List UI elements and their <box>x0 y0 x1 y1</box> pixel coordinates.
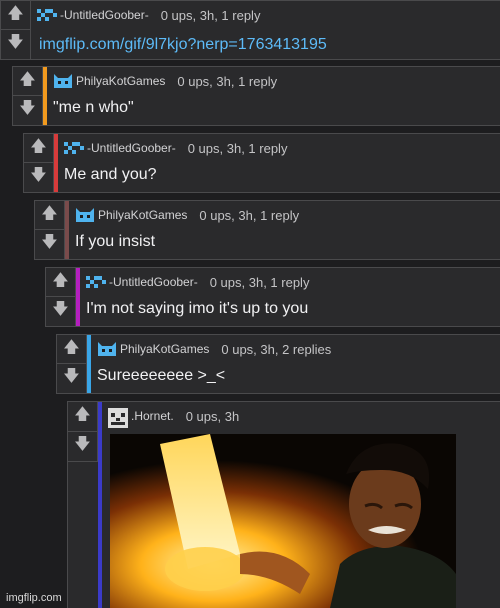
comment-username[interactable]: PhilyaKotGames <box>120 342 209 356</box>
cat-avatar-icon[interactable] <box>75 207 95 223</box>
arrow-down-icon: 🡇 <box>41 234 58 251</box>
arrow-down-icon: 🡇 <box>52 301 69 318</box>
downvote-button[interactable]: 🡇 <box>13 96 42 125</box>
downvote-button[interactable]: 🡇 <box>1 30 30 59</box>
comment-meta: 0 ups, 3h, 1 reply <box>199 207 300 223</box>
comment-meta: 0 ups, 3h, 1 reply <box>187 140 288 156</box>
comment: 🡅 🡇 PhilyaKotGames 0 ups, 3h, 1 reply If… <box>34 200 500 260</box>
comment-text: Sureeeeeeee >_< <box>97 367 226 384</box>
arrow-down-icon: 🡇 <box>63 368 80 385</box>
comment-text: If you insist <box>75 233 156 250</box>
comment-text: I'm not saying imo it's up to you <box>86 300 309 317</box>
thread-accent-bar <box>43 67 47 125</box>
upvote-button[interactable]: 🡅 <box>46 268 75 297</box>
comment-meta: 0 ups, 3h, 1 reply <box>177 73 278 89</box>
arrow-down-icon: 🡇 <box>19 100 36 117</box>
comment: 🡅 🡇 -UntitledGoober- 0 ups, 3h, 1 reply … <box>23 133 500 193</box>
goober-avatar-icon[interactable] <box>86 274 106 290</box>
arrow-up-icon: 🡅 <box>63 338 80 356</box>
arrow-up-icon: 🡅 <box>52 271 69 289</box>
thread-accent-bar <box>98 402 102 608</box>
goober-avatar-icon[interactable] <box>37 7 57 23</box>
goober-avatar-icon[interactable] <box>64 140 84 156</box>
downvote-button[interactable]: 🡇 <box>35 230 64 259</box>
arrow-up-icon: 🡅 <box>19 70 36 88</box>
cat-avatar-icon[interactable] <box>97 341 117 357</box>
upvote-button[interactable]: 🡅 <box>13 67 42 96</box>
arrow-up-icon: 🡅 <box>30 137 47 155</box>
comment: 🡅 🡇 PhilyaKotGames 0 ups, 3h, 2 replies … <box>56 334 500 394</box>
thread-accent-bar <box>54 134 58 192</box>
vote-column: 🡅 🡇 <box>46 268 76 326</box>
thread-accent-bar <box>76 268 80 326</box>
arrow-down-icon: 🡇 <box>7 34 24 51</box>
vote-column: 🡅 🡇 <box>1 1 31 59</box>
comment-username[interactable]: PhilyaKotGames <box>76 74 165 88</box>
arrow-up-icon: 🡅 <box>41 204 58 222</box>
comment-text: "me n who" <box>53 99 134 116</box>
comment: 🡅 🡇 PhilyaKotGames 0 ups, 3h, 1 reply "m… <box>12 66 500 126</box>
thread-accent-bar <box>65 201 69 259</box>
downvote-button[interactable]: 🡇 <box>57 364 86 393</box>
arrow-up-icon: 🡅 <box>7 4 24 22</box>
hornet-avatar-icon[interactable] <box>108 408 128 428</box>
comment: 🡅 🡇 -UntitledGoober- 0 ups, 3h, 1 reply … <box>0 0 500 60</box>
comment: 🡅 🡇 -UntitledGoober- 0 ups, 3h, 1 reply … <box>45 267 500 327</box>
comment-username[interactable]: .Hornet. <box>131 409 174 423</box>
comment-username[interactable]: -UntitledGoober- <box>109 275 198 289</box>
vote-column: 🡅 🡇 <box>24 134 54 192</box>
vote-column: 🡅 🡇 <box>68 402 98 462</box>
reaction-image[interactable] <box>110 434 456 608</box>
vote-column: 🡅 🡇 <box>35 201 65 259</box>
upvote-button[interactable]: 🡅 <box>57 335 86 364</box>
comment-meta: 0 ups, 3h, 1 reply <box>209 274 310 290</box>
comment-link[interactable]: imgflip.com/gif/9l7kjo?nerp=1763413195 <box>39 36 327 54</box>
vote-column: 🡅 🡇 <box>13 67 43 125</box>
upvote-button[interactable]: 🡅 <box>1 1 30 30</box>
comment-username[interactable]: -UntitledGoober- <box>87 141 176 155</box>
upvote-button[interactable]: 🡅 <box>24 134 53 163</box>
cat-avatar-icon[interactable] <box>53 73 73 89</box>
arrow-down-icon: 🡇 <box>30 167 47 184</box>
upvote-button[interactable]: 🡅 <box>35 201 64 230</box>
meme-illustration <box>110 434 456 608</box>
downvote-button[interactable]: 🡇 <box>24 163 53 192</box>
comment-meta: 0 ups, 3h, 1 reply <box>160 7 261 23</box>
vote-column: 🡅 🡇 <box>57 335 87 393</box>
upvote-button[interactable]: 🡅 <box>68 402 97 432</box>
thread-accent-bar <box>87 335 91 393</box>
comment-username[interactable]: -UntitledGoober- <box>60 8 149 22</box>
comment-meta: 0 ups, 3h, 2 replies <box>221 341 332 357</box>
arrow-up-icon: 🡅 <box>74 405 91 423</box>
downvote-button[interactable]: 🡇 <box>46 297 75 326</box>
watermark: imgflip.com <box>6 592 62 604</box>
comment-meta: 0 ups, 3h <box>185 408 240 424</box>
comment-username[interactable]: PhilyaKotGames <box>98 208 187 222</box>
downvote-button[interactable]: 🡇 <box>68 432 97 462</box>
comment-text: Me and you? <box>64 166 157 183</box>
arrow-down-icon: 🡇 <box>74 435 91 453</box>
